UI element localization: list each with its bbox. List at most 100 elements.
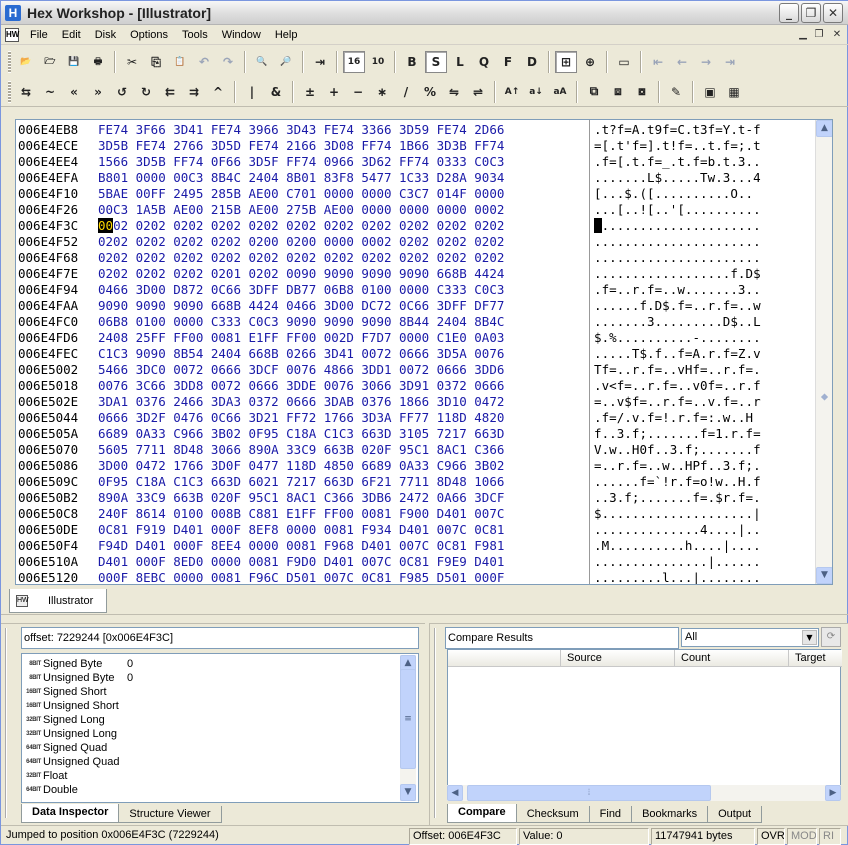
column-header-blank[interactable] [448, 650, 561, 667]
hex-row[interactable]: 006E50C8 240F 8614 0100 008B C881 E1FF FF… [16, 506, 816, 522]
print-icon[interactable]: 🖶 [87, 51, 109, 73]
row-ascii[interactable]: ...................... [594, 250, 761, 266]
chip-icon[interactable]: ▣ [699, 81, 721, 103]
hex-view[interactable]: 006E4EB8 FE74 3F66 3D41 FE74 3966 3D43 FE… [16, 120, 816, 584]
inspector-row[interactable]: 32BIT Unsigned Long [23, 727, 399, 741]
row-ascii[interactable]: $.%..........-........ [594, 330, 761, 346]
structure-icon[interactable]: ⧉ [583, 81, 605, 103]
row-ascii[interactable]: .f=[.t.f=_.t.f=b.t.3.. [594, 154, 761, 170]
panel-grip-right[interactable] [434, 628, 444, 818]
row-ascii[interactable]: $....................| [594, 506, 761, 522]
uppercase-icon[interactable]: A↑ [501, 81, 523, 103]
negate-icon[interactable]: ± [299, 81, 321, 103]
row-hex-bytes[interactable]: 0666 3D2F 0476 0C66 3D21 FF72 1766 3D3A … [98, 410, 504, 426]
goto-icon[interactable]: ⇥ [309, 51, 331, 73]
or-icon[interactable]: | [241, 81, 263, 103]
multiply-icon[interactable]: ∗ [371, 81, 393, 103]
hex-row[interactable]: 006E4F10 5BAE 00FF 2495 285B AE00 C701 00… [16, 186, 816, 202]
row-ascii[interactable]: [...$.([..........O.. [594, 186, 753, 202]
row-hex-bytes[interactable]: C1C3 9090 8B54 2404 668B 0266 3D41 0072 … [98, 346, 504, 362]
hex-row[interactable]: 006E510A D401 000F 8ED0 0000 0081 F9D0 D4… [16, 554, 816, 570]
quad-mode-button[interactable]: Q [473, 51, 495, 73]
block-shift-right-icon[interactable]: ⇉ [183, 81, 205, 103]
doc-minimize-button[interactable]: ▁ [795, 28, 811, 42]
shift-left-icon[interactable]: « [63, 81, 85, 103]
row-hex-bytes[interactable]: 9090 9090 9090 668B 4424 0466 3D00 DC72 … [98, 298, 504, 314]
hex-row[interactable]: 006E4EB8 FE74 3F66 3D41 FE74 3966 3D43 FE… [16, 122, 816, 138]
inspector-row[interactable]: 64BIT Double [23, 783, 399, 797]
tab-output[interactable]: Output [707, 806, 763, 823]
menu-options[interactable]: Options [123, 25, 175, 45]
tab-data-inspector[interactable]: Data Inspector [21, 804, 120, 823]
scroll-up-button[interactable]: ▲ [816, 120, 832, 137]
hex-mode-icon[interactable]: 16 [343, 51, 365, 73]
hex-row[interactable]: 006E50DE 0C81 F919 D401 000F 8EF8 0000 00… [16, 522, 816, 538]
row-ascii[interactable]: =[.t'f=].t!f=..t.f=;.t [594, 138, 761, 154]
menu-edit[interactable]: Edit [55, 25, 88, 45]
float-mode-button[interactable]: F [497, 51, 519, 73]
row-ascii[interactable]: V.w..H0f..3.f;.......f [594, 442, 761, 458]
prev-bookmark-icon[interactable]: ← [671, 51, 693, 73]
rotate-right-icon[interactable]: ↻ [135, 81, 157, 103]
panel-grip[interactable] [5, 628, 15, 818]
row-hex-bytes[interactable]: 0C81 F919 D401 000F 8EF8 0000 0081 F934 … [98, 522, 504, 538]
row-ascii[interactable]: ......f=`!r.f=o!w..H.f [594, 474, 761, 490]
tab-compare[interactable]: Compare [447, 804, 517, 823]
divide-icon[interactable]: / [395, 81, 417, 103]
generate-icon[interactable]: ✎ [665, 81, 687, 103]
doc-restore-button[interactable]: ❐ [811, 28, 827, 42]
row-ascii[interactable]: ...................... [594, 218, 761, 234]
row-hex-bytes[interactable]: 0002 0202 0202 0202 0202 0202 0202 0202 … [98, 218, 504, 234]
menu-disk[interactable]: Disk [88, 25, 123, 45]
row-hex-bytes[interactable]: 2408 25FF FF00 0081 E1FF FF00 002D F7D7 … [98, 330, 504, 346]
ascii-cursor[interactable]: . [594, 218, 602, 233]
save-icon[interactable]: 💾 [63, 51, 85, 73]
row-hex-bytes[interactable]: 0202 0202 0202 0201 0202 0090 9090 9090 … [98, 266, 504, 282]
row-hex-bytes[interactable]: 3DA1 0376 2466 3DA3 0372 0666 3DAB 0376 … [98, 394, 504, 410]
row-ascii[interactable]: .M..........h....|.... [594, 538, 761, 554]
row-hex-bytes[interactable]: 06B8 0100 0000 C333 C0C3 9090 9090 9090 … [98, 314, 504, 330]
first-bookmark-icon[interactable]: ⇤ [647, 51, 669, 73]
menu-help[interactable]: Help [268, 25, 305, 45]
inspector-row[interactable]: 64BIT Unsigned Quad [23, 755, 399, 769]
row-ascii[interactable]: ...............|...... [594, 554, 761, 570]
tab-illustrator[interactable]: HW Illustrator [9, 589, 107, 613]
inspector-row[interactable]: 16BIT Signed Short [23, 685, 399, 699]
hex-row[interactable]: 006E5002 5466 3DC0 0072 0666 3DCF 0076 48… [16, 362, 816, 378]
hex-row[interactable]: 006E4F94 0466 3D00 D872 0C66 3DFF DB77 06… [16, 282, 816, 298]
subtract-icon[interactable]: − [347, 81, 369, 103]
hex-row[interactable]: 006E4F26 00C3 1A5B AE00 215B AE00 275B AE… [16, 202, 816, 218]
row-hex-bytes[interactable]: 0202 0202 0202 0202 0202 0202 0202 0202 … [98, 250, 504, 266]
open-icon[interactable]: 📂 [15, 51, 37, 73]
hex-row[interactable]: 006E5070 5605 7711 8D48 3066 890A 33C9 66… [16, 442, 816, 458]
not-icon[interactable]: ~ [39, 81, 61, 103]
row-hex-bytes[interactable]: 000F 8EBC 0000 0081 F96C D501 007C 0C81 … [98, 570, 504, 584]
row-hex-bytes[interactable]: F94D D401 000F 8EE4 0000 0081 F968 D401 … [98, 538, 504, 554]
row-hex-bytes[interactable]: 5605 7711 8D48 3066 890A 33C9 663B 020F … [98, 442, 504, 458]
hex-row[interactable]: 006E4F68 0202 0202 0202 0202 0202 0202 02… [16, 250, 816, 266]
hex-row[interactable]: 006E4FD6 2408 25FF FF00 0081 E1FF FF00 00… [16, 330, 816, 346]
short-mode-button[interactable]: S [425, 51, 447, 73]
paste-icon[interactable]: 📋 [169, 51, 191, 73]
row-ascii[interactable]: .....T$.f..f=A.r.f=Z.v [594, 346, 761, 362]
tab-checksum[interactable]: Checksum [515, 806, 590, 823]
dec-mode-icon[interactable]: 10 [367, 51, 389, 73]
tab-bookmarks[interactable]: Bookmarks [631, 806, 709, 823]
and-icon[interactable]: & [265, 81, 287, 103]
block-shift-left-icon[interactable]: ⇇ [159, 81, 181, 103]
invert-case-icon[interactable]: aA [549, 81, 571, 103]
column-header-target[interactable]: Target [789, 650, 842, 667]
doc-close-button[interactable]: ✕ [829, 28, 845, 42]
hex-row[interactable]: 006E4F7E 0202 0202 0202 0201 0202 0090 90… [16, 266, 816, 282]
hex-row[interactable]: 006E5120 000F 8EBC 0000 0081 F96C D501 00… [16, 570, 816, 584]
row-hex-bytes[interactable]: 5466 3DC0 0072 0666 3DCF 0076 4866 3DD1 … [98, 362, 504, 378]
maximize-button[interactable]: ❐ [801, 3, 821, 23]
rotate-left-icon[interactable]: ↺ [111, 81, 133, 103]
row-ascii[interactable]: Tf=..r.f=..vHf=..r.f=. [594, 362, 761, 378]
cut-icon[interactable]: ✂ [121, 51, 143, 73]
row-hex-bytes[interactable]: 0202 0202 0202 0202 0200 0200 0000 0002 … [98, 234, 504, 250]
inspector-row[interactable]: 16BIT Unsigned Short [23, 699, 399, 713]
struct-add-icon[interactable]: ⧈ [607, 81, 629, 103]
reverse-icon[interactable]: ⇋ [443, 81, 465, 103]
row-ascii[interactable]: .f=..r.f=..w.......3.. [594, 282, 761, 298]
